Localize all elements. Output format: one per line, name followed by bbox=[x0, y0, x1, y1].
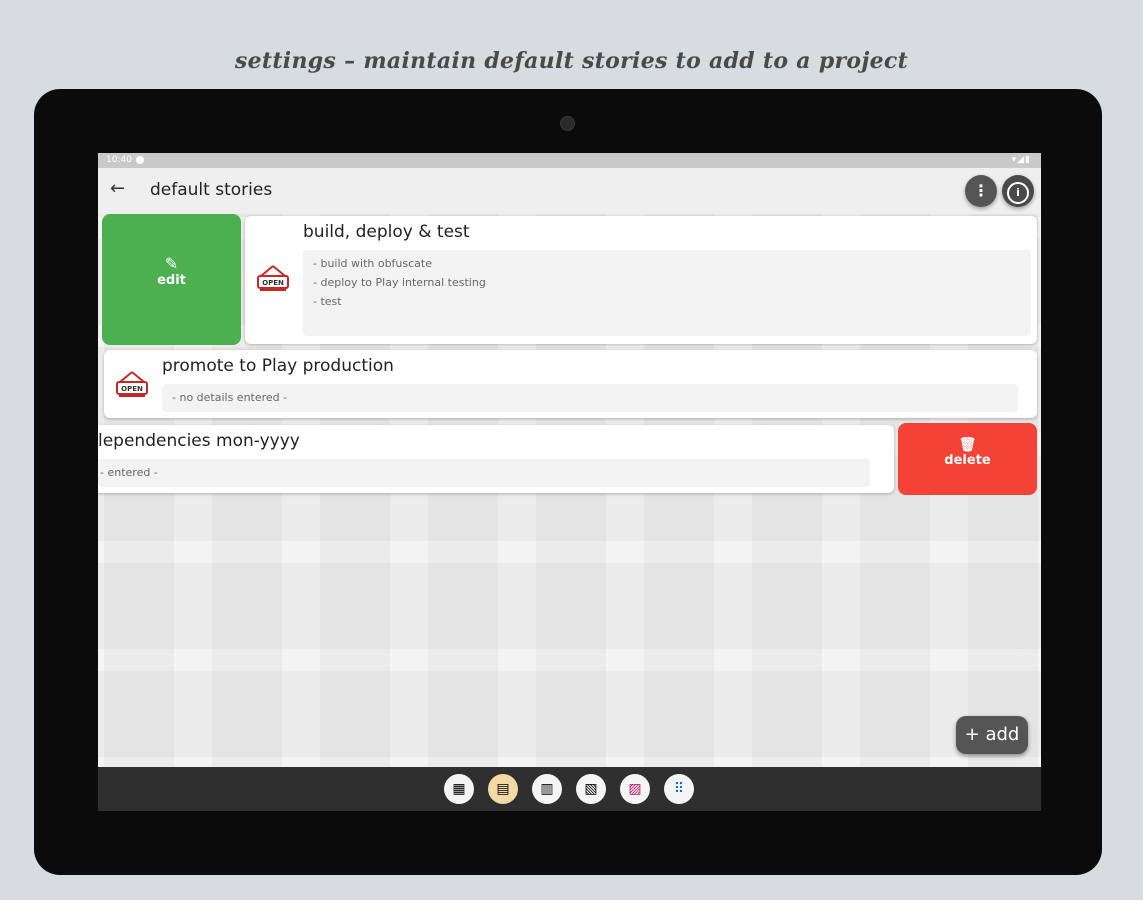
page-caption: settings – maintain default stories to a… bbox=[234, 48, 909, 74]
delete-label: delete bbox=[944, 453, 991, 468]
add-story-button[interactable]: + add bbox=[956, 716, 1028, 754]
notification-icon bbox=[136, 156, 144, 164]
app-icon-1[interactable]: ▦ bbox=[444, 774, 474, 804]
delete-button[interactable]: 🗑 delete bbox=[898, 423, 1037, 495]
detail-line: - deploy to Play internal testing bbox=[313, 276, 486, 289]
info-icon: i bbox=[1007, 182, 1029, 204]
status-bar: 10:40 ▾◢▮ bbox=[98, 153, 1041, 168]
story-card[interactable]: lependencies mon-yyyy - entered - bbox=[98, 425, 894, 493]
app-icon-3[interactable]: ▥ bbox=[532, 774, 562, 804]
story-details: - no details entered - bbox=[162, 384, 1018, 412]
story-details: - build with obfuscate - deploy to Play … bbox=[303, 250, 1031, 336]
edit-button[interactable]: ✎ edit bbox=[102, 214, 241, 345]
detail-line: - no details entered - bbox=[172, 391, 288, 404]
story-title: lependencies mon-yyyy bbox=[98, 431, 300, 451]
app-icon-5[interactable]: ▨ bbox=[620, 774, 650, 804]
detail-line: - build with obfuscate bbox=[313, 257, 433, 270]
trash-icon: 🗑 bbox=[958, 437, 977, 453]
back-arrow-icon[interactable]: ← bbox=[110, 178, 125, 199]
app-icon-4[interactable]: ▧ bbox=[576, 774, 606, 804]
system-icons: ▾◢▮ bbox=[1011, 155, 1031, 165]
dock-bar: ▦ ▤ ▥ ▧ ▨ ⠿ bbox=[98, 767, 1041, 811]
page-title: default stories bbox=[150, 180, 273, 200]
sign-text: OPEN bbox=[262, 279, 284, 287]
app-toolbar: ← default stories ⋮ i bbox=[98, 168, 1041, 214]
story-card[interactable]: OPEN promote to Play production - no det… bbox=[104, 350, 1037, 418]
info-button[interactable]: i bbox=[1002, 175, 1034, 207]
edit-label: edit bbox=[157, 273, 186, 288]
story-details: - entered - bbox=[98, 459, 870, 487]
detail-line: - entered - bbox=[100, 466, 158, 479]
story-title: promote to Play production bbox=[162, 356, 394, 376]
app-screen: 10:40 ▾◢▮ ← default stories ⋮ i ✎ edit O… bbox=[98, 153, 1041, 811]
pencil-icon: ✎ bbox=[164, 254, 179, 273]
app-icon-2[interactable]: ▤ bbox=[488, 774, 518, 804]
more-options-button[interactable]: ⋮ bbox=[965, 175, 997, 207]
open-sign-icon: OPEN bbox=[257, 265, 289, 291]
sign-text: OPEN bbox=[121, 385, 143, 393]
open-sign-icon: OPEN bbox=[116, 371, 148, 397]
story-card[interactable]: OPEN build, deploy & test - build with o… bbox=[245, 216, 1037, 344]
more-vert-icon: ⋮ bbox=[973, 181, 989, 200]
detail-line: - test bbox=[313, 295, 342, 308]
status-time: 10:40 bbox=[106, 155, 132, 165]
app-drawer-icon[interactable]: ⠿ bbox=[664, 774, 694, 804]
story-title: build, deploy & test bbox=[303, 222, 470, 242]
camera-icon bbox=[560, 116, 575, 131]
